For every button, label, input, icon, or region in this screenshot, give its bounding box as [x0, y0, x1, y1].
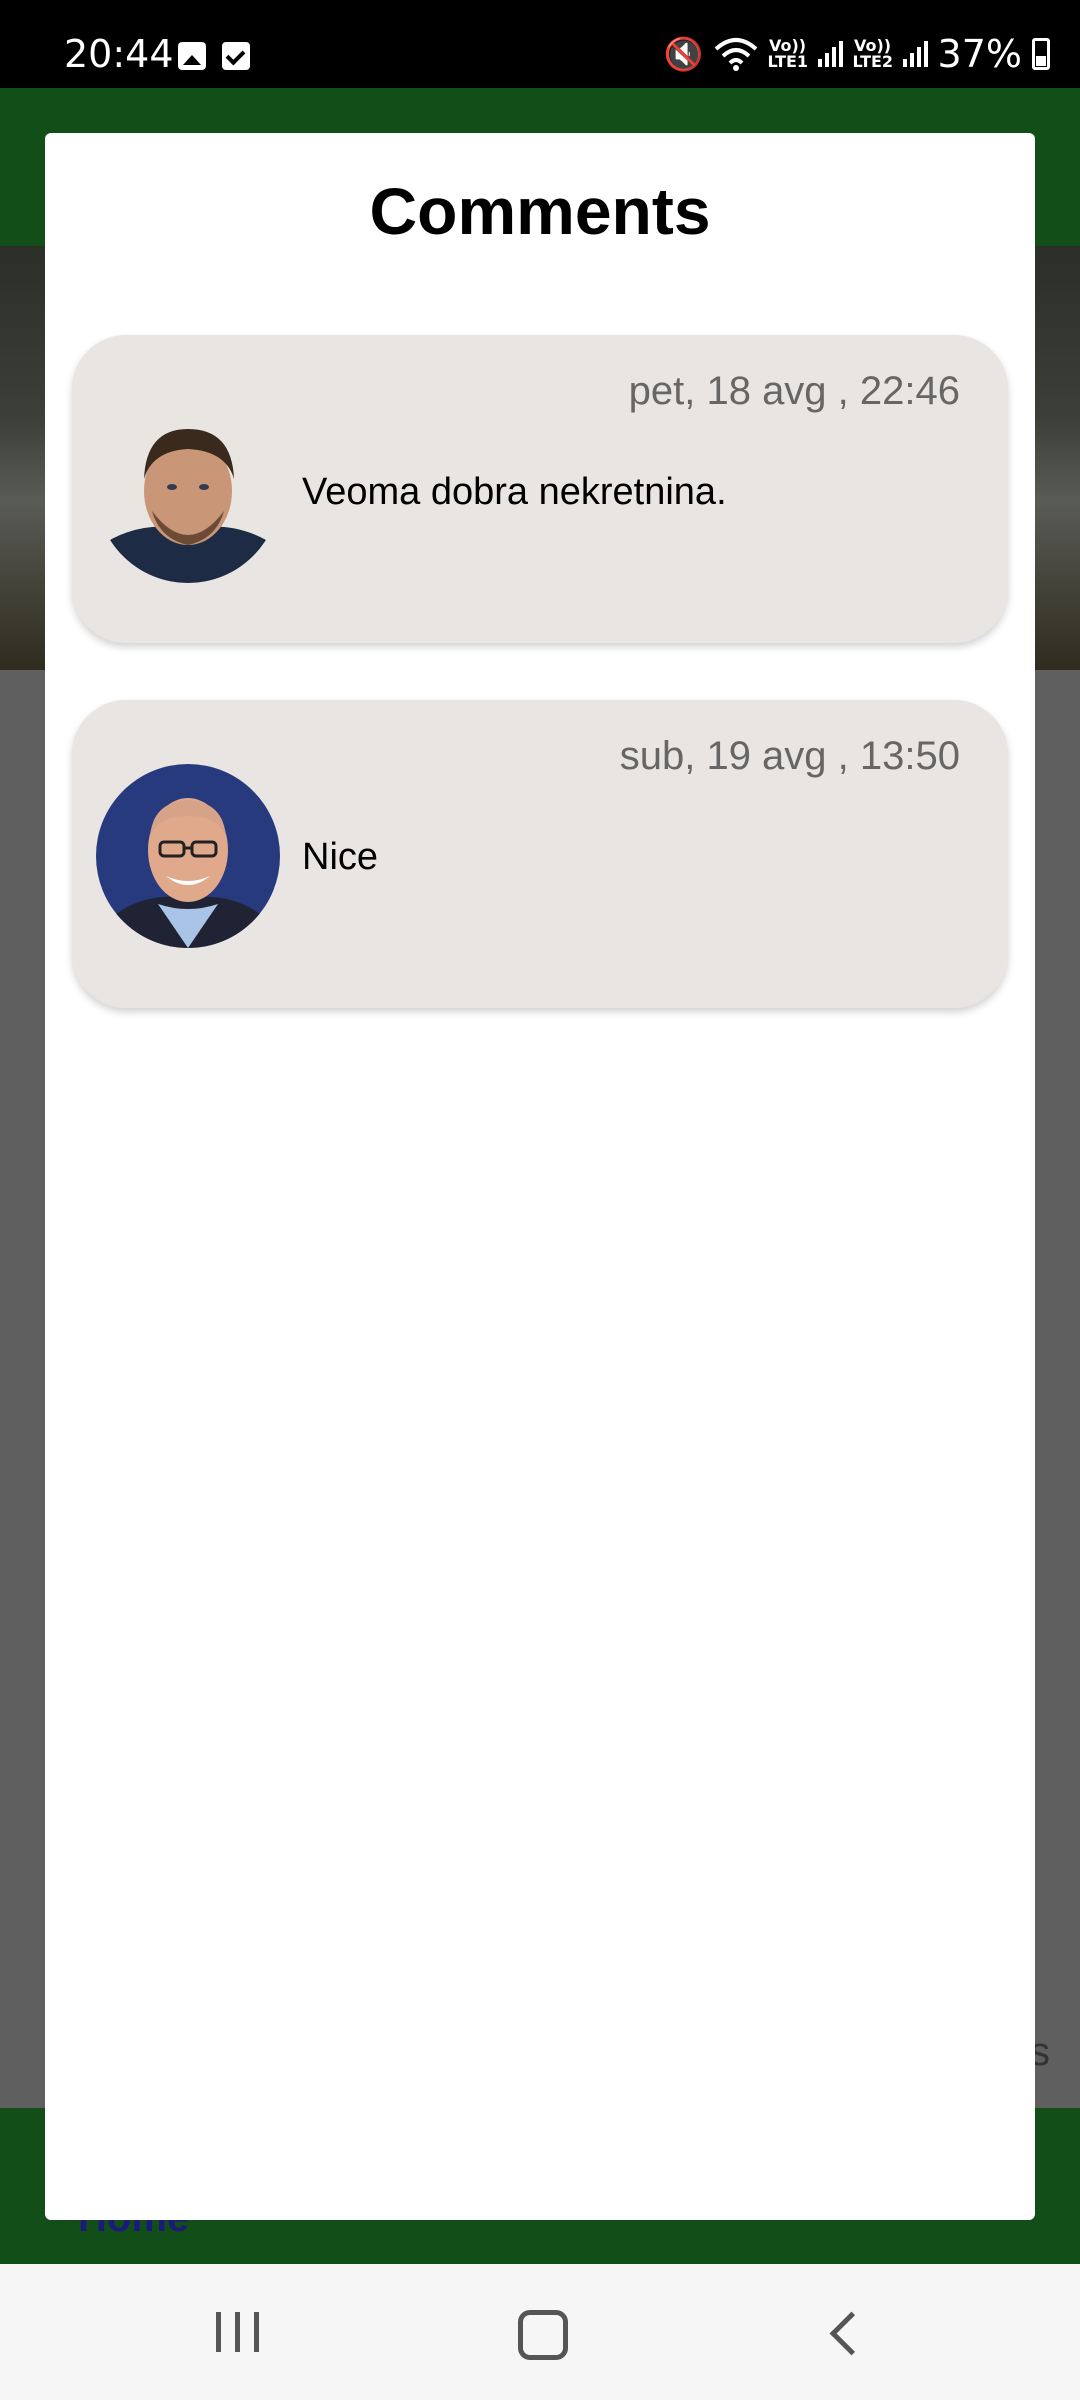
wifi-icon — [714, 38, 757, 71]
status-indicators: 🔇 Vo)) LTE1 Vo)) LTE2 37% — [664, 32, 1050, 76]
network-label-2: Vo)) LTE2 — [852, 36, 894, 71]
signal-icon-1 — [817, 41, 843, 67]
network-label-1: Vo)) LTE1 — [767, 36, 809, 71]
comment-text: Veoma dobra nekretnina. — [302, 471, 727, 513]
comment-text: Nice — [302, 836, 379, 878]
status-bar: 20:44 🔇 Vo)) LTE1 Vo)) LTE2 37% — [0, 0, 1080, 88]
comments-dialog: Comments pet, 18 avg , 22:46 Veoma dobra… — [45, 133, 1035, 2220]
comment-date: pet, 18 avg , 22:46 — [628, 369, 960, 413]
user-avatar[interactable] — [96, 399, 280, 583]
system-navigation-bar — [0, 2264, 1080, 2400]
user-avatar[interactable] — [96, 764, 280, 948]
avatar-portrait-icon — [96, 399, 280, 583]
back-icon[interactable] — [829, 2311, 874, 2356]
avatar-portrait-icon — [96, 764, 280, 948]
comment-date: sub, 19 avg , 13:50 — [619, 734, 960, 778]
checkbox-notification-icon — [222, 42, 250, 70]
comment-card[interactable]: pet, 18 avg , 22:46 Veoma dobra nekretni… — [72, 335, 1008, 643]
home-icon[interactable] — [518, 2310, 568, 2360]
battery-icon — [1032, 38, 1050, 70]
notification-icons — [178, 42, 250, 70]
mute-icon: 🔇 — [663, 35, 704, 73]
recent-apps-icon[interactable] — [216, 2312, 259, 2352]
signal-icon-2 — [902, 41, 928, 67]
image-notification-icon — [178, 42, 206, 70]
status-time: 20:44 — [64, 32, 174, 76]
comment-card[interactable]: sub, 19 avg , 13:50 Nice — [72, 700, 1008, 1008]
dialog-title: Comments — [369, 174, 711, 248]
battery-percent: 37% — [937, 32, 1022, 76]
